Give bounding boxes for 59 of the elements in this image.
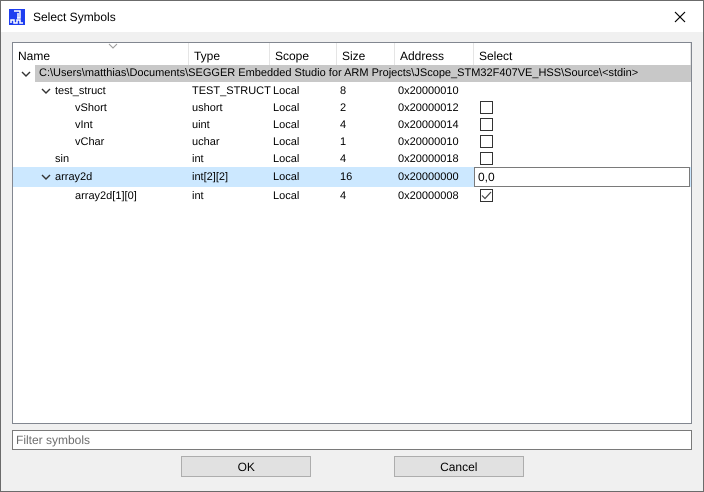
app-icon — [9, 8, 25, 24]
checkbox[interactable] — [480, 152, 493, 165]
cancel-button[interactable]: Cancel — [394, 456, 524, 477]
address-cell-text: 0x20000000 — [397, 171, 460, 183]
symbol-row[interactable]: vShort ushort Local 2 0x20000012 — [13, 99, 691, 116]
symbol-name: array2d — [55, 171, 92, 183]
size-cell-text: 4 — [339, 118, 348, 130]
type-cell-text: int[2][2] — [191, 171, 230, 183]
sort-icon — [108, 43, 118, 49]
type-cell-text: uint — [191, 118, 211, 130]
symbol-row[interactable]: array2d int[2][2] Local 16 0x20000000 0,0 — [13, 167, 691, 187]
type-cell-text: int — [191, 152, 205, 164]
symbol-name: vInt — [75, 118, 93, 130]
address-cell-text: 0x20000018 — [397, 152, 460, 164]
checkbox[interactable] — [480, 101, 493, 114]
value-field[interactable]: 0,0 — [474, 167, 690, 187]
checkbox[interactable] — [480, 118, 493, 131]
symbol-row[interactable]: array2d[1][0] int Local 4 0x20000008 — [13, 187, 691, 204]
symbol-name: vShort — [75, 102, 107, 114]
symbol-name: array2d[1][0] — [75, 190, 137, 202]
chevron-down-icon[interactable] — [41, 172, 51, 182]
symbol-name: sin — [55, 152, 70, 164]
chevron-down-icon[interactable] — [21, 68, 31, 78]
scope-cell-text: Local — [272, 136, 300, 148]
size-cell-text: 4 — [339, 152, 348, 164]
size-cell-text: 16 — [339, 171, 354, 183]
scope-cell-text: Local — [272, 102, 300, 114]
symbol-row[interactable]: vInt uint Local 4 0x20000014 — [13, 116, 691, 133]
checkbox[interactable] — [480, 135, 493, 148]
symbol-row[interactable]: sin int Local 4 0x20000018 — [13, 150, 691, 167]
symbol-row[interactable]: vChar uchar Local 1 0x20000010 — [13, 133, 691, 150]
address-cell-text: 0x20000014 — [397, 118, 460, 130]
type-cell-text: int — [191, 190, 205, 202]
size-cell-text: 1 — [339, 136, 348, 148]
address-cell-text: 0x20000012 — [397, 102, 460, 114]
size-cell-text: 2 — [339, 102, 348, 114]
filter-field[interactable]: Filter symbols — [12, 430, 692, 450]
symbol-name: test_struct — [55, 84, 106, 96]
scope-cell-text: Local — [272, 190, 300, 202]
symbol-row[interactable]: test_struct TEST_STRUCT Local 8 0x20000010 — [13, 82, 691, 99]
scope-cell-text: Local — [272, 171, 300, 183]
address-cell-text: 0x20000008 — [397, 190, 460, 202]
scope-cell-text: Local — [272, 84, 300, 96]
ok-button[interactable]: OK — [181, 456, 312, 477]
symbol-name: vChar — [75, 136, 104, 148]
chevron-down-icon[interactable] — [41, 86, 51, 96]
address-cell-text: 0x20000010 — [397, 84, 460, 96]
address-cell-text: 0x20000010 — [397, 136, 460, 148]
type-cell-text: uchar — [191, 136, 221, 148]
scope-cell-text: Local — [272, 152, 300, 164]
size-cell-text: 8 — [339, 84, 348, 96]
source-path: C:\Users\matthias\Documents\SEGGER Embedded Studio for ARM Projects\JScope_STM32F407VE_HSS\Source\<stdin> — [35, 65, 691, 82]
type-cell-text: TEST_STRUCT — [191, 84, 270, 96]
type-cell-text: ushort — [191, 102, 224, 114]
size-cell-text: 4 — [339, 190, 348, 202]
close-icon — [674, 10, 686, 22]
scope-cell-text: Local — [272, 118, 300, 130]
window-title: Select Symbols — [33, 10, 117, 24]
checkbox[interactable] — [480, 189, 493, 202]
